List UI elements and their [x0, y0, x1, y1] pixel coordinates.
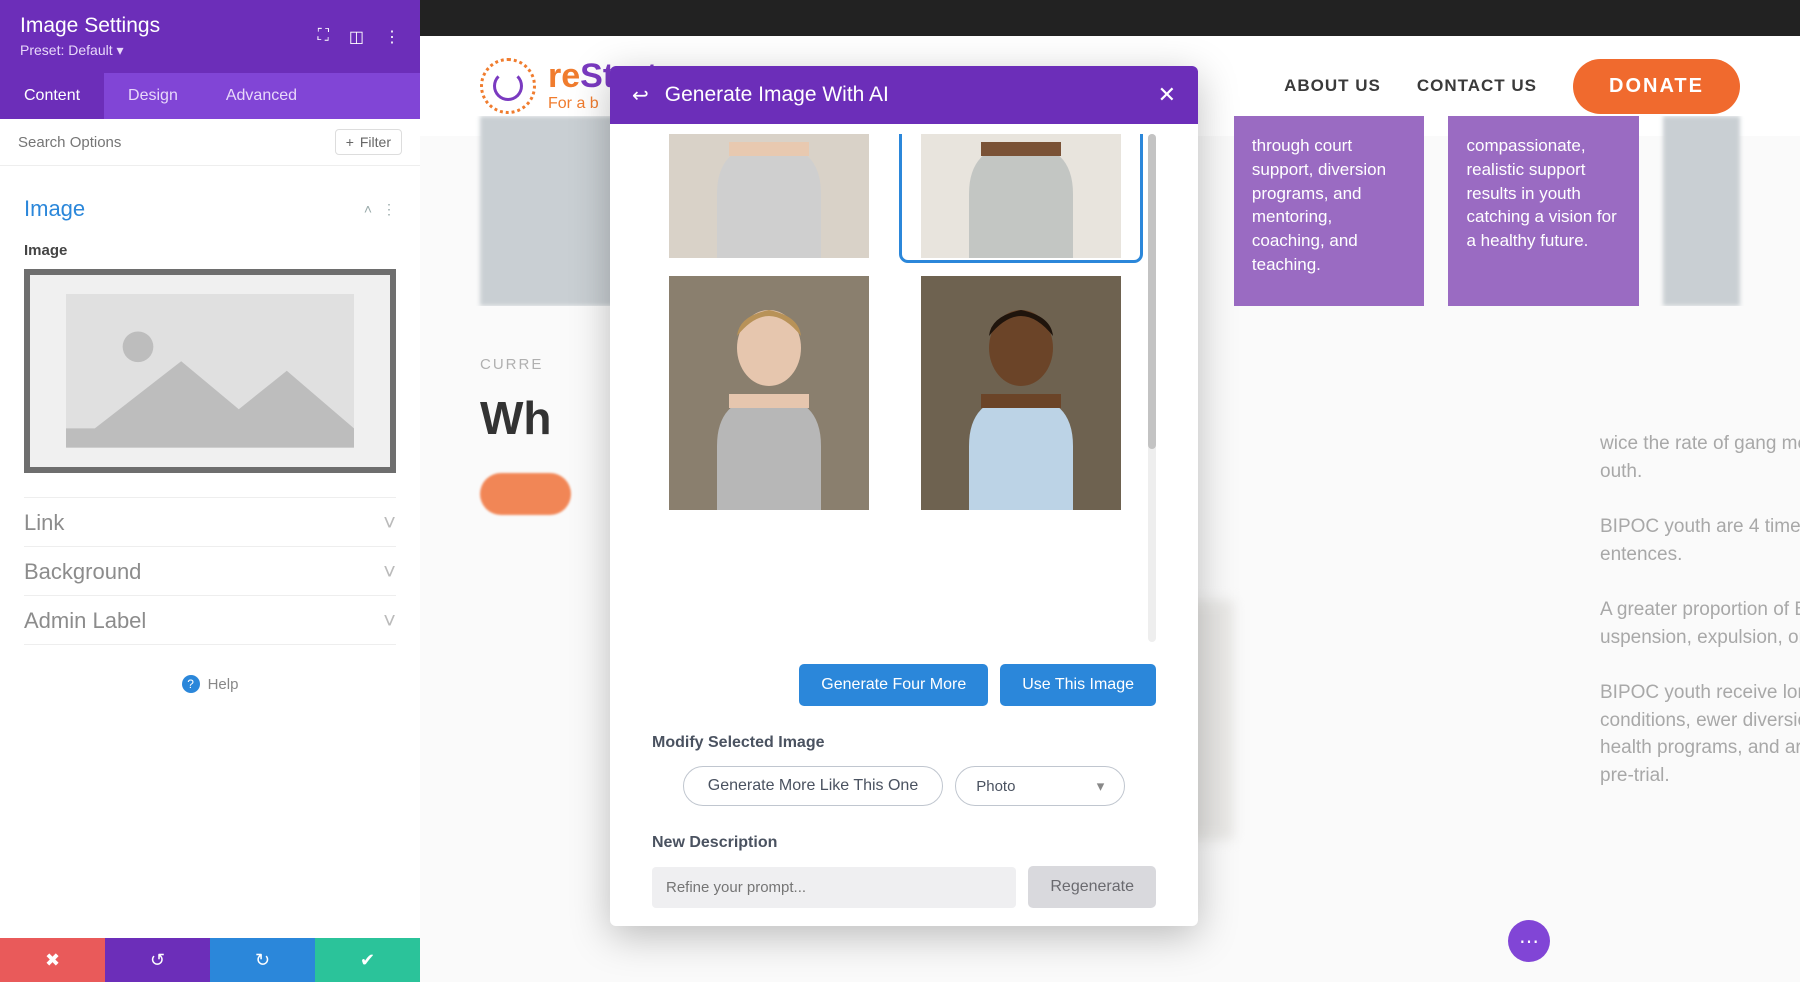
- use-this-image-button[interactable]: Use This Image: [1000, 664, 1156, 706]
- help-icon: ?: [182, 675, 200, 693]
- fact-item: A greater proportion of BIPOC youth expe…: [1600, 596, 1800, 651]
- logo-text-a: re: [548, 57, 580, 95]
- image-field-label: Image: [24, 242, 396, 259]
- expand-icon[interactable]: ⛶: [318, 27, 329, 47]
- search-bar: + Filter: [0, 119, 420, 166]
- back-icon[interactable]: ↩: [632, 83, 649, 108]
- scrollbar[interactable]: [1148, 134, 1156, 642]
- preset-selector[interactable]: Preset: Default ▾: [20, 42, 160, 59]
- redo-icon: ↻: [255, 950, 270, 971]
- help-label: Help: [208, 676, 239, 693]
- panel-title: Image Settings: [20, 14, 160, 38]
- section-image[interactable]: Image ˄ ⋮: [24, 184, 396, 232]
- facts-list: wice the rate of gang membership compare…: [1600, 430, 1800, 817]
- snap-icon[interactable]: ◫: [349, 27, 364, 47]
- scrollbar-thumb[interactable]: [1148, 134, 1156, 449]
- tab-content[interactable]: Content: [0, 73, 104, 119]
- cancel-button[interactable]: ✖: [0, 938, 105, 982]
- modal-title: Generate Image With AI: [665, 83, 889, 107]
- builder-fab[interactable]: ⋯: [1508, 920, 1550, 962]
- section-link[interactable]: Link ˅: [24, 498, 396, 546]
- cta-button[interactable]: [480, 473, 571, 515]
- section-link-label: Link: [24, 510, 64, 536]
- info-card-2: compassionate, realistic support results…: [1448, 116, 1639, 306]
- results-scroll[interactable]: [652, 134, 1156, 642]
- panel-footer: ✖ ↺ ↻ ✔: [0, 938, 420, 982]
- chevron-up-icon: ˄: [364, 201, 372, 218]
- chevron-down-icon: ˅: [383, 608, 396, 634]
- filter-button[interactable]: + Filter: [335, 129, 402, 155]
- donate-button[interactable]: DONATE: [1573, 59, 1740, 114]
- section-admin-label[interactable]: Admin Label ˅: [24, 596, 396, 644]
- close-icon: ✖: [45, 950, 60, 971]
- style-select[interactable]: Photo ▾: [955, 766, 1125, 806]
- card-blank-right: [1663, 116, 1740, 306]
- nav-about[interactable]: ABOUT US: [1284, 76, 1381, 96]
- section-more-icon[interactable]: ⋮: [382, 201, 396, 218]
- section-admin-label-label: Admin Label: [24, 608, 146, 634]
- fact-item: wice the rate of gang membership compare…: [1600, 430, 1800, 485]
- nav-contact[interactable]: CONTACT US: [1417, 76, 1537, 96]
- section-background[interactable]: Background ˅: [24, 547, 396, 595]
- redo-button[interactable]: ↻: [210, 938, 315, 982]
- chevron-down-icon: ˅: [383, 559, 396, 585]
- check-icon: ✔: [360, 950, 375, 971]
- chevron-down-icon: ˅: [383, 510, 396, 536]
- chevron-down-icon: ▾: [1097, 777, 1105, 795]
- undo-button[interactable]: ↺: [105, 938, 210, 982]
- save-button[interactable]: ✔: [315, 938, 420, 982]
- image-upload-well[interactable]: [24, 269, 396, 473]
- close-icon[interactable]: ✕: [1158, 82, 1176, 108]
- result-thumbnail[interactable]: [904, 276, 1138, 510]
- new-description-label: New Description: [652, 834, 1156, 852]
- modal-header: ↩ Generate Image With AI ✕: [610, 66, 1198, 124]
- modify-section-label: Modify Selected Image: [652, 734, 1156, 752]
- image-placeholder-icon: [48, 294, 372, 448]
- info-card-1: through court support, diversion program…: [1234, 116, 1425, 306]
- ai-generate-modal: ↩ Generate Image With AI ✕ Generate F: [610, 66, 1198, 926]
- result-thumbnail[interactable]: [904, 134, 1138, 258]
- ellipsis-icon: ⋯: [1519, 929, 1539, 954]
- generate-four-more-button[interactable]: Generate Four More: [799, 664, 988, 706]
- regenerate-button[interactable]: Regenerate: [1028, 866, 1156, 908]
- undo-icon: ↺: [150, 950, 165, 971]
- style-select-value: Photo: [976, 778, 1015, 795]
- tab-design[interactable]: Design: [104, 73, 202, 119]
- more-icon[interactable]: ⋮: [384, 27, 400, 47]
- plus-icon: +: [346, 134, 354, 150]
- generate-more-like-button[interactable]: Generate More Like This One: [683, 766, 943, 806]
- fact-item: BIPOC youth are 4 times more likely to r…: [1600, 513, 1800, 568]
- tab-advanced[interactable]: Advanced: [202, 73, 321, 119]
- prompt-input[interactable]: [652, 867, 1016, 908]
- section-background-label: Background: [24, 559, 141, 585]
- result-thumbnail[interactable]: [652, 276, 886, 510]
- fact-item: BIPOC youth receive longer sentences, mo…: [1600, 679, 1800, 789]
- settings-tabs: Content Design Advanced: [0, 73, 420, 119]
- result-thumbnail[interactable]: [652, 134, 886, 258]
- filter-label: Filter: [360, 134, 391, 150]
- logo-mark-icon: [480, 58, 536, 114]
- settings-panel: Image Settings Preset: Default ▾ ⛶ ◫ ⋮ C…: [0, 0, 420, 982]
- section-image-label: Image: [24, 196, 85, 222]
- search-input[interactable]: [18, 134, 335, 151]
- settings-panel-header: Image Settings Preset: Default ▾ ⛶ ◫ ⋮: [0, 0, 420, 73]
- admin-topbar: [420, 0, 1800, 36]
- help-link[interactable]: ? Help: [24, 675, 396, 693]
- main-nav: ABOUT US CONTACT US DONATE: [1284, 59, 1740, 114]
- results-grid: [652, 134, 1156, 510]
